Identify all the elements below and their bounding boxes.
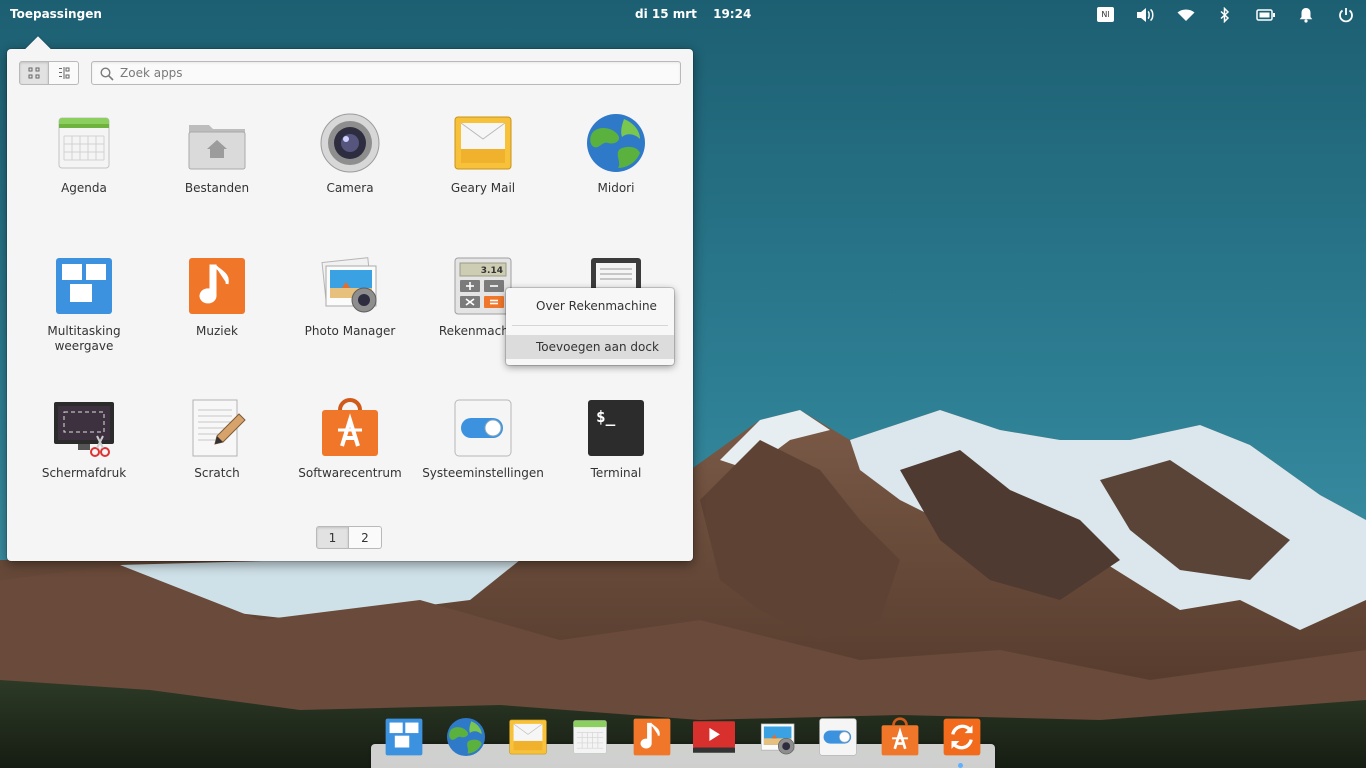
terminal-prompt-text: $_ <box>596 407 616 426</box>
calendar-icon <box>52 111 116 175</box>
grid-view-button[interactable] <box>19 61 49 85</box>
app-label: Multitasking weergave <box>47 324 121 353</box>
app-item[interactable]: Softwarecentrum <box>284 396 416 481</box>
menu-separator <box>512 325 668 326</box>
page-1-button[interactable]: 1 <box>316 526 349 549</box>
app-label: Photo Manager <box>304 324 396 338</box>
calendar-icon[interactable] <box>569 716 611 758</box>
app-item[interactable]: Geary Mail <box>417 111 549 196</box>
mail-icon <box>451 111 515 175</box>
clock[interactable]: di 15 mrt 19:24 <box>635 7 751 21</box>
software-center-icon[interactable] <box>879 716 921 758</box>
app-item[interactable]: Bestanden <box>151 111 283 196</box>
app-item[interactable]: Photo Manager <box>284 254 416 339</box>
search-box <box>91 61 681 85</box>
time-label: 19:24 <box>713 7 752 21</box>
app-label: Softwarecentrum <box>298 466 402 480</box>
app-item[interactable]: Midori <box>550 111 682 196</box>
text-editor-icon <box>185 396 249 460</box>
app-context-menu: Over Rekenmachine Toevoegen aan dock <box>506 288 674 365</box>
screenshot-icon <box>52 396 116 460</box>
top-panel: Toepassingen di 15 mrt 19:24 Nl <box>0 0 1366 30</box>
notifications-bell-icon[interactable] <box>1296 6 1316 24</box>
globe-browser-icon <box>584 111 648 175</box>
app-label: Muziek <box>196 324 238 338</box>
grid-view-icon <box>28 67 40 79</box>
search-icon <box>100 67 114 81</box>
music-note-icon <box>185 254 249 318</box>
date-label: di 15 mrt <box>635 7 697 21</box>
settings-toggle-icon[interactable] <box>817 716 859 758</box>
running-indicator <box>958 763 963 768</box>
app-item[interactable]: Multitasking weergave <box>18 254 150 354</box>
mail-icon[interactable] <box>507 716 549 758</box>
app-label: Terminal <box>590 466 642 480</box>
camera-icon <box>318 111 382 175</box>
video-icon[interactable] <box>691 716 735 758</box>
app-label: Bestanden <box>184 181 250 195</box>
menu-item-about-calculator[interactable]: Over Rekenmachine <box>506 294 674 318</box>
app-label: Scratch <box>194 466 240 480</box>
power-icon[interactable] <box>1336 6 1356 24</box>
menu-item-add-to-dock[interactable]: Toevoegen aan dock <box>506 335 674 359</box>
bluetooth-icon[interactable] <box>1215 6 1235 24</box>
app-item[interactable]: Muziek <box>151 254 283 339</box>
app-label: Systeeminstellingen <box>422 466 544 480</box>
app-label: Geary Mail <box>450 181 516 195</box>
app-label: Midori <box>597 181 635 195</box>
terminal-icon: $_ <box>584 396 648 460</box>
battery-icon[interactable] <box>1256 6 1276 24</box>
keyboard-layout-indicator[interactable]: Nl <box>1097 7 1114 22</box>
software-center-icon <box>318 396 382 460</box>
photo-manager-icon[interactable] <box>756 716 798 758</box>
page-2-button[interactable]: 2 <box>349 526 382 549</box>
category-view-button[interactable] <box>49 61 79 85</box>
music-note-icon[interactable] <box>631 716 673 758</box>
view-mode-switcher <box>19 61 79 85</box>
volume-icon[interactable] <box>1135 6 1155 24</box>
applications-menu-button[interactable]: Toepassingen <box>10 7 102 21</box>
globe-browser-icon[interactable] <box>445 716 487 758</box>
multitasking-icon <box>52 254 116 318</box>
page-switcher: 1 2 <box>316 526 382 549</box>
app-label: Schermafdruk <box>41 466 127 480</box>
app-item[interactable]: Systeeminstellingen <box>417 396 549 481</box>
app-item[interactable]: Agenda <box>18 111 150 196</box>
folder-home-icon <box>185 111 249 175</box>
photo-manager-icon <box>318 254 382 318</box>
search-input[interactable] <box>120 64 670 82</box>
app-item[interactable]: $_ Terminal <box>550 396 682 481</box>
calculator-display-text: 3.14 <box>481 266 503 276</box>
app-item[interactable]: Scratch <box>151 396 283 481</box>
multitasking-icon[interactable] <box>383 716 425 758</box>
category-view-icon <box>58 67 69 79</box>
app-item[interactable]: Camera <box>284 111 416 196</box>
app-label: Camera <box>326 181 374 195</box>
settings-toggle-icon <box>451 396 515 460</box>
update-icon[interactable] <box>941 716 983 758</box>
app-item[interactable]: Schermafdruk <box>18 396 150 481</box>
app-label: Agenda <box>61 181 107 195</box>
wifi-icon[interactable] <box>1176 6 1196 24</box>
